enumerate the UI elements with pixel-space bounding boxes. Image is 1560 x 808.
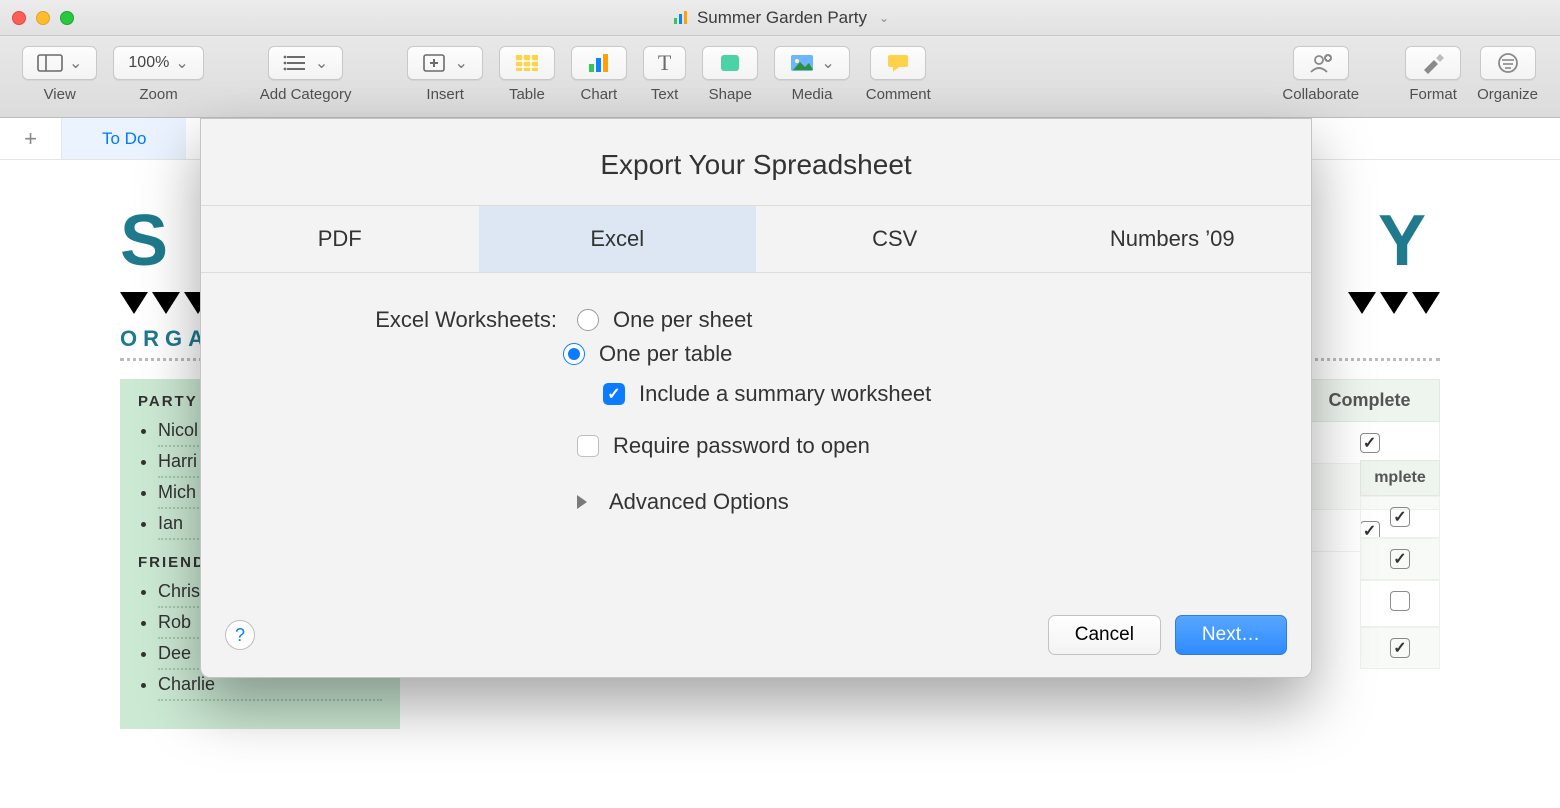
comment-icon xyxy=(885,52,911,74)
complete-checkbox[interactable] xyxy=(1390,638,1410,658)
checkbox-include-summary[interactable] xyxy=(603,383,625,405)
complete-checkbox[interactable] xyxy=(1360,433,1380,453)
radio-label: One per sheet xyxy=(613,307,752,333)
radio-one-per-table[interactable] xyxy=(563,343,585,365)
titlebar: Summer Garden Party ⌄ xyxy=(0,0,1560,36)
doc-heading-fragment-right: Y xyxy=(1378,200,1440,282)
checkbox-require-password[interactable] xyxy=(577,435,599,457)
dialog-title: Export Your Spreadsheet xyxy=(201,119,1311,205)
chart-icon xyxy=(586,52,612,74)
chevron-down-icon: ⌄ xyxy=(69,53,82,73)
paintbrush-icon xyxy=(1420,52,1446,74)
doc-heading-fragment-left: S xyxy=(120,200,182,282)
chevron-down-icon: ⌄ xyxy=(454,53,467,73)
cancel-button[interactable]: Cancel xyxy=(1048,615,1161,655)
media-label: Media xyxy=(792,86,833,103)
chart-tool[interactable]: Chart xyxy=(571,46,627,103)
shape-tool[interactable]: Shape xyxy=(702,46,758,103)
help-button[interactable]: ? xyxy=(225,620,255,650)
tab-label: Excel xyxy=(590,226,644,251)
add-category-label: Add Category xyxy=(260,86,352,103)
bunting-right xyxy=(1348,292,1440,314)
traffic-lights xyxy=(12,11,74,25)
chevron-down-icon: ⌄ xyxy=(821,53,834,73)
sheet-tab-label: To Do xyxy=(102,129,146,149)
numbers-app-icon xyxy=(673,10,689,26)
toolbar: ⌄ View 100% ⌄ Zoom ⌄ Add Category ⌄ Inser… xyxy=(0,36,1560,118)
window-title[interactable]: Summer Garden Party ⌄ xyxy=(74,8,1488,28)
button-label: Cancel xyxy=(1075,624,1134,645)
checkbox-label: Include a summary worksheet xyxy=(639,381,931,407)
organize-icon xyxy=(1495,52,1521,74)
shape-label: Shape xyxy=(709,86,752,103)
chevron-down-icon[interactable]: ⌄ xyxy=(879,11,889,25)
export-dialog: Export Your Spreadsheet PDF Excel CSV Nu… xyxy=(200,118,1312,678)
tab-excel[interactable]: Excel xyxy=(479,206,757,272)
col-complete: Complete xyxy=(1300,380,1440,422)
shape-icon xyxy=(717,52,743,74)
media-icon xyxy=(789,52,815,74)
tab-numbers09[interactable]: Numbers ’09 xyxy=(1034,206,1312,272)
complete-checkbox[interactable] xyxy=(1390,549,1410,569)
comment-tool[interactable]: Comment xyxy=(866,46,931,103)
chart-label: Chart xyxy=(581,86,618,103)
advanced-options-label[interactable]: Advanced Options xyxy=(609,489,789,515)
insert-label: Insert xyxy=(426,86,464,103)
collaborate-icon xyxy=(1308,52,1334,74)
button-label: Next… xyxy=(1202,624,1260,645)
collaborate-label: Collaborate xyxy=(1282,86,1359,103)
zoom-window-icon[interactable] xyxy=(60,11,74,25)
text-label: Text xyxy=(651,86,679,103)
zoom-tool[interactable]: 100% ⌄ Zoom xyxy=(113,46,203,103)
tab-label: CSV xyxy=(872,226,917,251)
document-title: Summer Garden Party xyxy=(697,8,867,28)
list-icon xyxy=(283,52,309,74)
comment-label: Comment xyxy=(866,86,931,103)
next-button[interactable]: Next… xyxy=(1175,615,1287,655)
bunting-left xyxy=(120,292,212,314)
view-tool[interactable]: ⌄ View xyxy=(22,46,97,103)
tab-pdf[interactable]: PDF xyxy=(201,206,479,272)
dialog-footer: ? Cancel Next… xyxy=(201,601,1311,677)
close-window-icon[interactable] xyxy=(12,11,26,25)
zoom-value: 100% xyxy=(128,54,169,72)
organize-label: Organize xyxy=(1477,86,1538,103)
organize-tool[interactable]: Organize xyxy=(1477,46,1538,103)
worksheets-label: Excel Worksheets: xyxy=(351,307,563,333)
collaborate-tool[interactable]: Collaborate xyxy=(1282,46,1359,103)
tab-csv[interactable]: CSV xyxy=(756,206,1034,272)
radio-one-per-sheet[interactable] xyxy=(577,309,599,331)
radio-label: One per table xyxy=(599,341,732,367)
chevron-down-icon: ⌄ xyxy=(175,53,188,73)
complete-checkbox[interactable] xyxy=(1390,507,1410,527)
format-tool[interactable]: Format xyxy=(1405,46,1461,103)
tab-label: Numbers ’09 xyxy=(1110,226,1235,251)
add-sheet-button[interactable]: + xyxy=(0,118,62,159)
dialog-body: Excel Worksheets: One per sheet One per … xyxy=(201,273,1311,601)
view-icon xyxy=(37,52,63,74)
zoom-label: Zoom xyxy=(139,86,177,103)
tab-label: PDF xyxy=(318,226,362,251)
insert-icon xyxy=(422,52,448,74)
export-format-tabs: PDF Excel CSV Numbers ’09 xyxy=(201,205,1311,273)
chevron-down-icon: ⌄ xyxy=(315,53,328,73)
col-complete-peek: mplete xyxy=(1360,460,1440,496)
text-tool[interactable]: T Text xyxy=(643,46,686,103)
checkbox-label: Require password to open xyxy=(613,433,870,459)
text-icon: T xyxy=(658,50,671,76)
view-label: View xyxy=(44,86,76,103)
table-label: Table xyxy=(509,86,545,103)
add-category-tool[interactable]: ⌄ Add Category xyxy=(260,46,352,103)
minimize-window-icon[interactable] xyxy=(36,11,50,25)
media-tool[interactable]: ⌄ Media xyxy=(774,46,849,103)
complete-checkbox[interactable] xyxy=(1390,591,1410,611)
format-label: Format xyxy=(1409,86,1457,103)
disclosure-triangle-icon[interactable] xyxy=(577,495,587,509)
insert-tool[interactable]: ⌄ Insert xyxy=(407,46,482,103)
table-icon xyxy=(514,52,540,74)
sheet-tab-todo[interactable]: To Do xyxy=(62,118,186,159)
table-tool[interactable]: Table xyxy=(499,46,555,103)
